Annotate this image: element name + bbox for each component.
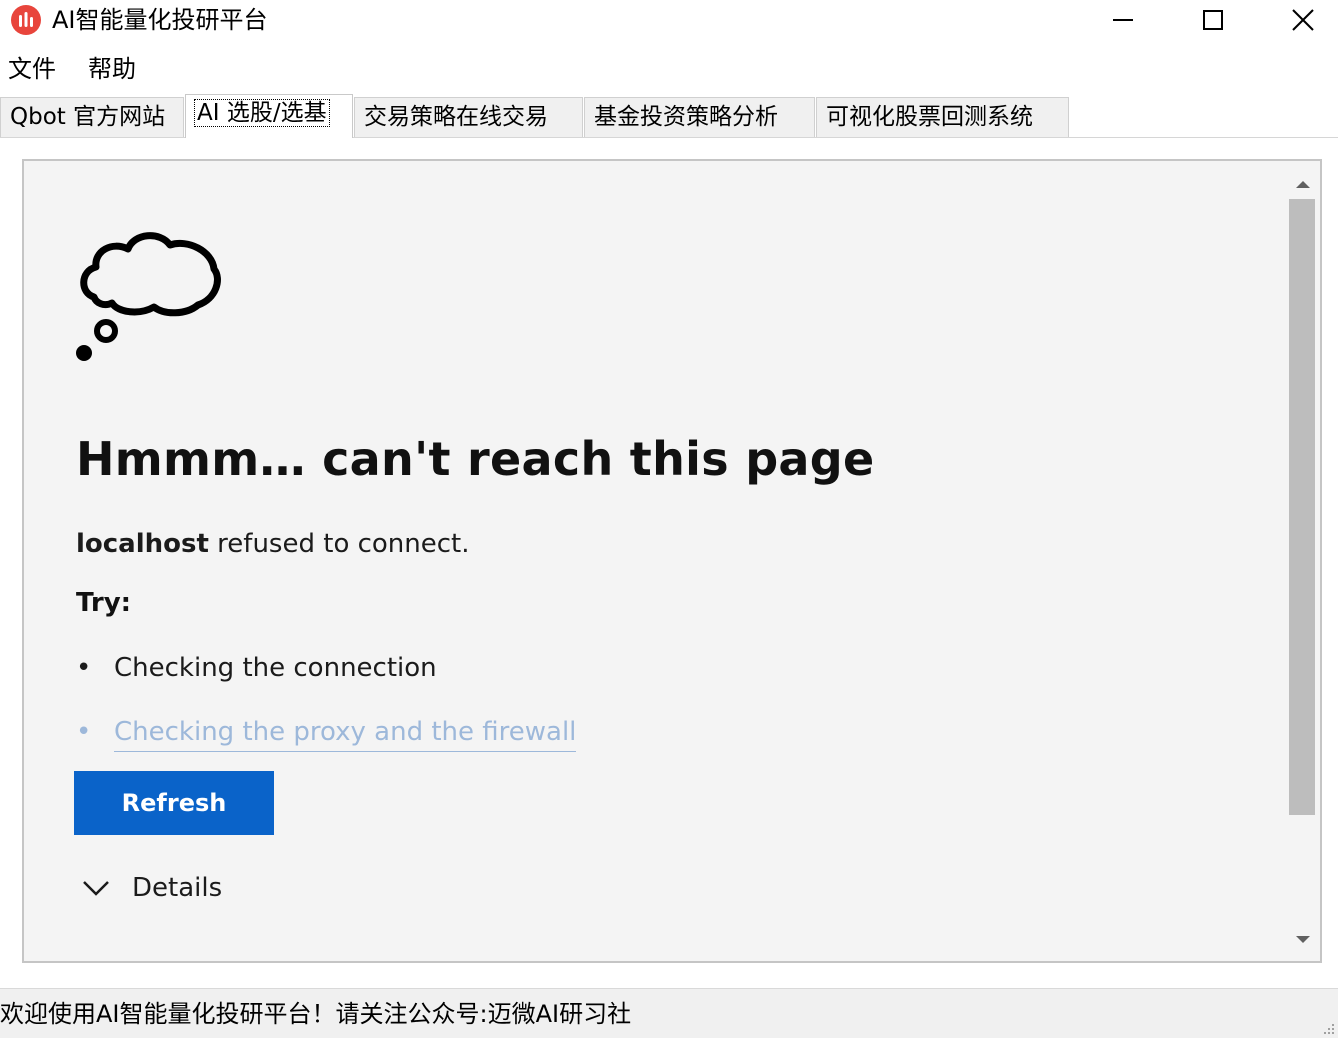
scroll-down-arrow-icon[interactable] [1288, 925, 1318, 955]
bullet-icon: • [76, 653, 92, 683]
thought-cloud-icon [76, 232, 221, 361]
close-button[interactable] [1258, 0, 1338, 40]
status-bar: 欢迎使用AI智能量化投研平台！请关注公众号:迈微AI研习社 [0, 988, 1338, 1038]
tab-label: 交易策略在线交易 [364, 104, 548, 130]
title-bar: AI智能量化投研平台 [0, 0, 1338, 44]
scroll-up-arrow-icon[interactable] [1288, 169, 1318, 199]
vertical-scrollbar[interactable] [1288, 163, 1318, 959]
tab-qbot-website[interactable]: Qbot 官方网站 [0, 97, 184, 137]
web-view[interactable]: Hmmm… can't reach this page localhost re… [22, 159, 1322, 963]
menu-bar: 文件 帮助 [0, 48, 1338, 90]
tab-ai-stock-fund-picking[interactable]: AI 选股/选基 [185, 94, 353, 138]
tab-label: 可视化股票回测系统 [826, 104, 1033, 130]
resize-grip-icon[interactable] [1322, 1022, 1336, 1036]
error-message: localhost refused to connect. [76, 527, 470, 561]
maximize-button[interactable] [1168, 0, 1258, 40]
tab-strip: Qbot 官方网站 AI 选股/选基 交易策略在线交易 基金投资策略分析 可视化… [0, 94, 1338, 138]
maximize-icon [1203, 10, 1223, 30]
menu-help[interactable]: 帮助 [88, 52, 136, 86]
error-title: Hmmm… can't reach this page [76, 432, 875, 486]
scroll-thumb[interactable] [1289, 199, 1315, 815]
window-title: AI智能量化投研平台 [52, 6, 268, 34]
details-label: Details [132, 873, 223, 903]
app-logo-icon [11, 5, 41, 35]
minimize-icon [1113, 19, 1133, 21]
try-label: Try: [76, 588, 132, 618]
tab-label: AI 选股/选基 [194, 99, 330, 127]
chevron-down-icon [83, 881, 109, 896]
menu-file[interactable]: 文件 [8, 52, 56, 86]
minimize-button[interactable] [1078, 0, 1168, 40]
tab-backtest-system[interactable]: 可视化股票回测系统 [816, 97, 1069, 137]
bullet-icon: • [76, 717, 92, 747]
refresh-button[interactable]: Refresh [74, 771, 274, 835]
tab-trading-strategy[interactable]: 交易策略在线交易 [354, 97, 583, 137]
proxy-firewall-link[interactable]: Checking the proxy and the firewall [114, 715, 577, 752]
error-message-rest: refused to connect. [208, 529, 470, 559]
tab-label: 基金投资策略分析 [594, 104, 778, 130]
suggestion-text: Checking the connection [114, 653, 437, 683]
error-host: localhost [76, 529, 209, 559]
close-icon [1292, 9, 1314, 31]
status-text: 欢迎使用AI智能量化投研平台！请关注公众号:迈微AI研习社 [0, 1000, 632, 1028]
tab-label: Qbot 官方网站 [10, 104, 166, 130]
tab-fund-strategy-analysis[interactable]: 基金投资策略分析 [584, 97, 815, 137]
